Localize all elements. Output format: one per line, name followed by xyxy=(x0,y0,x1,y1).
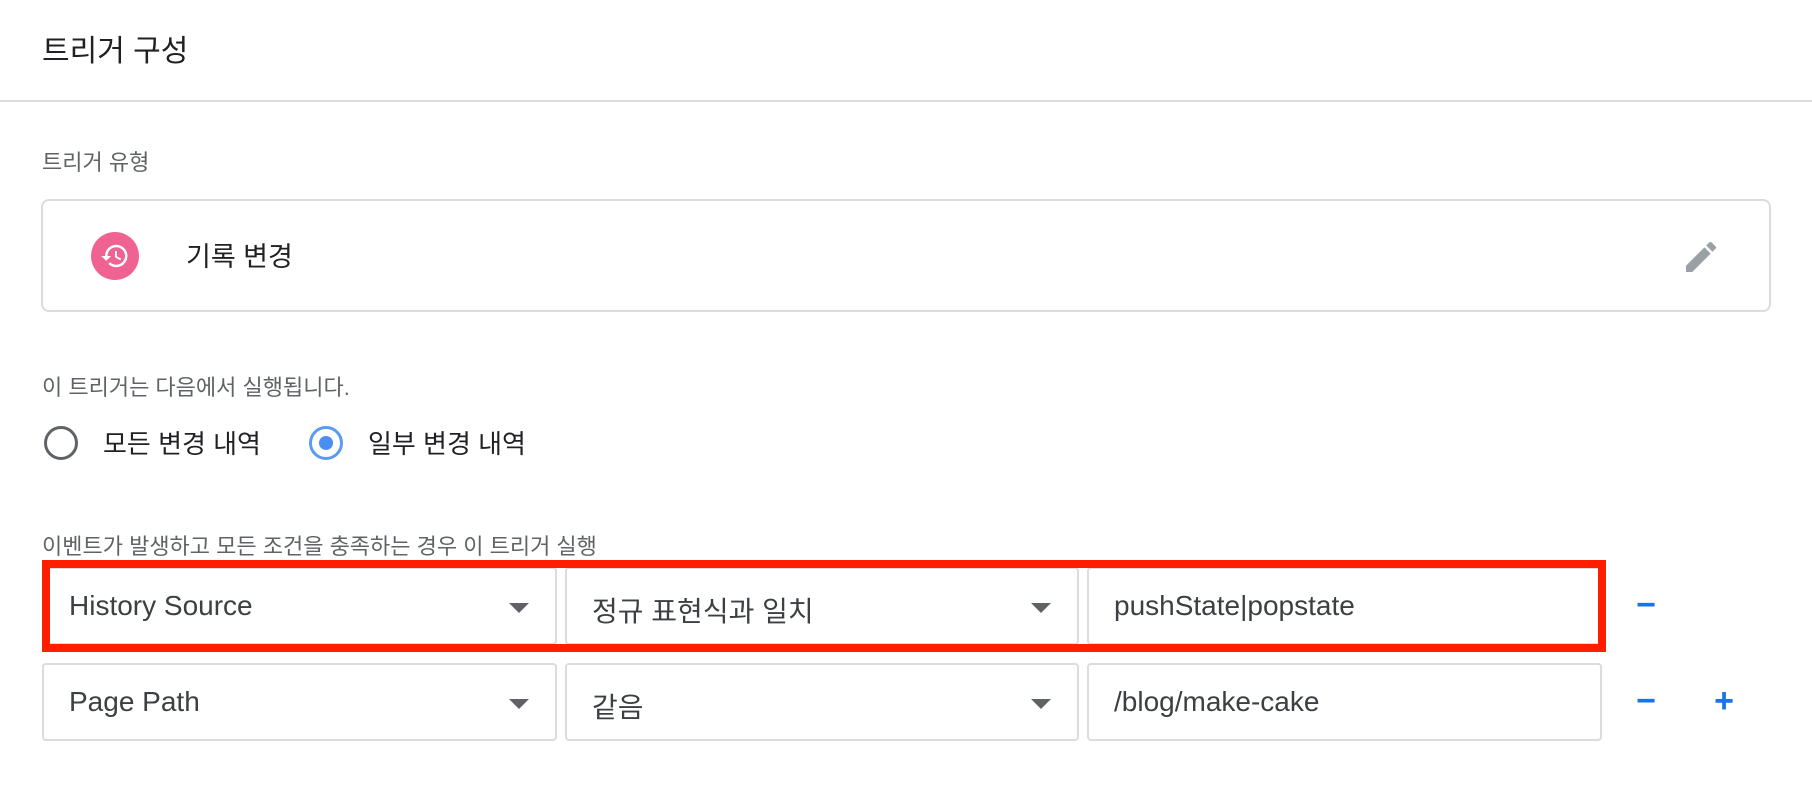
condition-value-text: pushState|popstate xyxy=(1114,590,1355,621)
radio-some-changes[interactable]: 일부 변경 내역 xyxy=(308,424,526,461)
condition-variable-select[interactable]: History Source xyxy=(42,567,557,645)
condition-operator-select[interactable]: 정규 표현식과 일치 xyxy=(565,567,1079,645)
condition-value-text: /blog/make-cake xyxy=(1114,686,1320,717)
add-condition-button[interactable]: + xyxy=(1704,681,1744,721)
panel-header: 트리거 구성 xyxy=(0,0,1812,102)
page-title: 트리거 구성 xyxy=(42,35,189,68)
fires-on-radio-group: 모든 변경 내역 일부 변경 내역 xyxy=(44,424,574,461)
radio-unchecked-icon[interactable] xyxy=(44,425,78,460)
trigger-type-name: 기록 변경 xyxy=(186,242,293,272)
history-icon xyxy=(91,232,139,280)
radio-label-all: 모든 변경 내역 xyxy=(103,429,261,459)
radio-checked-icon[interactable] xyxy=(308,425,343,460)
trigger-type-label: 트리거 유형 xyxy=(42,150,150,175)
remove-condition-button[interactable]: − xyxy=(1626,681,1666,721)
condition-variable-select[interactable]: Page Path xyxy=(42,663,557,741)
fires-on-label: 이 트리거는 다음에서 실행됩니다. xyxy=(42,375,350,400)
condition-value-input[interactable]: /blog/make-cake xyxy=(1087,663,1602,741)
condition-variable-value: History Source xyxy=(69,590,253,621)
condition-operator-value: 정규 표현식과 일치 xyxy=(592,596,814,627)
remove-condition-button[interactable]: − xyxy=(1626,585,1666,625)
dropdown-caret-icon xyxy=(1031,603,1051,613)
dropdown-caret-icon xyxy=(509,603,529,613)
condition-value-input[interactable]: pushState|popstate xyxy=(1087,567,1602,645)
condition-variable-value: Page Path xyxy=(69,686,200,717)
condition-operator-value: 같음 xyxy=(592,692,644,723)
condition-operator-select[interactable]: 같음 xyxy=(565,663,1079,741)
conditions-label: 이벤트가 발생하고 모든 조건을 충족하는 경우 이 트리거 실행 xyxy=(42,534,597,559)
radio-all-changes[interactable]: 모든 변경 내역 xyxy=(44,424,261,461)
trigger-type-card[interactable]: 기록 변경 xyxy=(41,199,1771,312)
dropdown-caret-icon xyxy=(509,699,529,709)
edit-pencil-icon[interactable] xyxy=(1681,237,1721,277)
dropdown-caret-icon xyxy=(1031,699,1051,709)
radio-label-some: 일부 변경 내역 xyxy=(367,429,526,459)
